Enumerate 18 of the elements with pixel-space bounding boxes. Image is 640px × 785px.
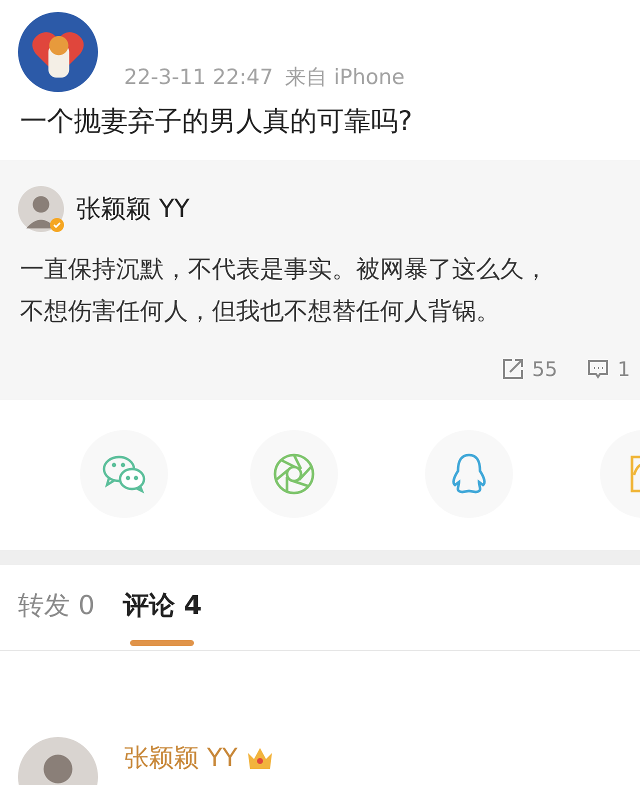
avatar[interactable] [18,12,98,92]
post-time: 22-3-11 22:47 [124,64,274,91]
repost-count: 55 [532,356,558,383]
comment-icon[interactable] [587,358,610,380]
post-text: 一个抛妻弃子的男人真的可靠吗? [20,105,412,139]
post-source: 来自 iPhone [285,64,405,91]
author-name[interactable]: 张颖颖 YY [76,190,190,228]
notepad-icon[interactable] [630,453,640,495]
aperture-icon[interactable] [273,453,315,495]
penguin-icon[interactable] [450,453,488,495]
share-icon[interactable] [502,358,524,380]
chat-bubbles-icon[interactable] [101,454,147,494]
repost-text: 一直保持沉默，不代表是事实。被网暴了这么久， [20,254,548,285]
avatar[interactable] [18,186,64,232]
tab[interactable]: 评论 4 [122,565,202,650]
comment-count: 1 [617,356,630,383]
repost-text: 不想伤害任何人，但我也不想替任何人背锅。 [20,296,501,327]
repost-card[interactable]: 张颖颖 YY 一直保持沉默，不代表是事实。被网暴了这么久， 不想伤害任何人，但我也不想替任何人背锅。 55 1 [0,160,640,400]
